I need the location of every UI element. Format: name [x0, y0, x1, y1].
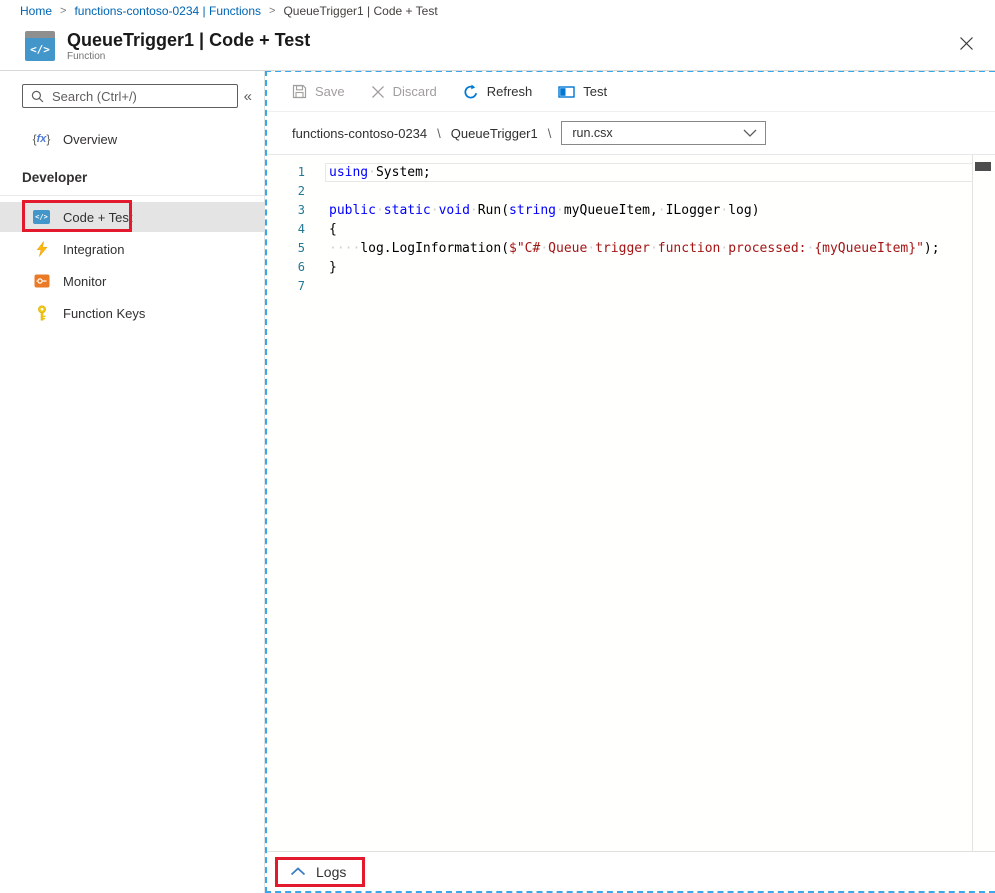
- line-number: 5: [267, 239, 305, 258]
- sidebar-item-label: Monitor: [63, 274, 106, 289]
- code-line[interactable]: 3 public·static·void·Run(string·myQueueIt…: [267, 201, 995, 220]
- sidebar-nav: {fx} Overview Developer </> Code + Test: [0, 124, 264, 328]
- sidebar-item-overview[interactable]: {fx} Overview: [0, 124, 264, 154]
- code-line[interactable]: 4{: [267, 220, 995, 239]
- logs-toggle-button[interactable]: Logs: [290, 864, 346, 880]
- editor-overview-ruler: [972, 155, 973, 851]
- breadcrumb-separator-icon: >: [60, 5, 66, 17]
- sidebar-item-label: Integration: [63, 242, 124, 257]
- sidebar-item-code-test[interactable]: </> Code + Test: [0, 202, 264, 232]
- breadcrumb-separator-icon: >: [269, 5, 275, 17]
- integration-icon: [33, 241, 50, 257]
- page-subtitle: Function: [67, 51, 310, 62]
- code-line-content: public·static·void·Run(string·myQueueIte…: [325, 201, 973, 220]
- code-line-content: {: [325, 220, 973, 239]
- breadcrumb-home-link[interactable]: Home: [20, 4, 52, 18]
- code-line[interactable]: 1 using·System;: [267, 163, 995, 182]
- line-number: 7: [267, 277, 305, 296]
- close-icon: [959, 36, 974, 51]
- file-path-bar: functions-contoso-0234 \ QueueTrigger1 \…: [267, 112, 995, 155]
- discard-button[interactable]: Discard: [371, 84, 437, 99]
- search-input[interactable]: [52, 89, 231, 104]
- refresh-icon: [463, 84, 479, 100]
- collapse-sidebar-button[interactable]: «: [238, 88, 258, 105]
- sidebar-item-label: Code + Test: [63, 210, 133, 225]
- monitor-icon: [33, 273, 50, 289]
- sidebar-item-function-keys[interactable]: Function Keys: [0, 298, 264, 328]
- code-line[interactable]: 7: [267, 277, 995, 296]
- discard-icon: [371, 85, 385, 99]
- code-lines: 1 using·System; 23 public·static·void·Run(s…: [267, 163, 995, 296]
- code-line[interactable]: 6}: [267, 258, 995, 277]
- code-line-content: }: [325, 258, 973, 277]
- refresh-button[interactable]: Refresh: [463, 84, 533, 100]
- line-number: 3: [267, 201, 305, 220]
- code-line[interactable]: 2: [267, 182, 995, 201]
- file-path-separator: \: [437, 126, 441, 141]
- test-button[interactable]: Test: [558, 84, 607, 99]
- breadcrumb-current-page: QueueTrigger1 | Code + Test: [283, 4, 437, 18]
- sidebar-item-label: Function Keys: [63, 306, 145, 321]
- breadcrumb: Home > functions-contoso-0234 | Function…: [0, 0, 995, 22]
- sidebar: « {fx} Overview Developer </> Code + Tes…: [0, 71, 265, 893]
- sidebar-item-monitor[interactable]: Monitor: [0, 266, 264, 296]
- code-test-panel: Save Discard Refresh: [265, 70, 995, 893]
- line-number: 6: [267, 258, 305, 277]
- code-line-content: using·System;: [325, 163, 973, 182]
- function-app-icon: </>: [25, 31, 55, 61]
- page-title: QueueTrigger1 | Code + Test: [67, 30, 310, 50]
- logs-bar: Logs: [267, 851, 995, 891]
- test-icon: [558, 85, 575, 99]
- code-line-content: ····log.LogInformation($"C#·Queue·trigge…: [325, 239, 973, 258]
- search-icon: [31, 90, 44, 103]
- sidebar-item-integration[interactable]: Integration: [0, 234, 264, 264]
- close-button[interactable]: [955, 32, 977, 54]
- toolbar: Save Discard Refresh: [267, 72, 995, 112]
- chevron-up-icon: [290, 867, 306, 876]
- sidebar-item-label: Overview: [63, 132, 117, 147]
- save-icon: [292, 84, 307, 99]
- azure-portal-window: Home > functions-contoso-0234 | Function…: [0, 0, 995, 893]
- file-path-function-name: QueueTrigger1: [451, 126, 538, 141]
- line-number: 2: [267, 182, 305, 201]
- sidebar-section-developer: Developer: [0, 156, 264, 195]
- code-line-content: [325, 182, 973, 201]
- annotation-highlight-box: Logs: [275, 857, 365, 887]
- function-keys-icon: [33, 305, 50, 321]
- code-line-content: [325, 277, 973, 296]
- file-path-separator: \: [548, 126, 552, 141]
- search-box: [22, 84, 238, 108]
- sidebar-divider: [0, 195, 264, 196]
- page-header: </> QueueTrigger1 | Code + Test Function: [0, 22, 995, 71]
- breadcrumb-functions-link[interactable]: functions-contoso-0234 | Functions: [74, 4, 261, 18]
- line-number: 4: [267, 220, 305, 239]
- code-line[interactable]: 5 ····log.LogInformation($"C#·Queue·trigg…: [267, 239, 995, 258]
- file-path-app-name: functions-contoso-0234: [292, 126, 427, 141]
- code-editor[interactable]: 1 using·System; 23 public·static·void·Run(s…: [267, 155, 995, 851]
- overview-icon: {fx}: [33, 132, 50, 146]
- chevron-down-icon: [743, 129, 757, 137]
- scrollbar-thumb[interactable]: [975, 162, 991, 171]
- line-number: 1: [267, 163, 305, 182]
- save-button[interactable]: Save: [292, 84, 345, 99]
- code-test-icon: </>: [33, 210, 50, 224]
- file-select-dropdown[interactable]: run.csx: [561, 121, 766, 145]
- selected-file-name: run.csx: [572, 126, 612, 140]
